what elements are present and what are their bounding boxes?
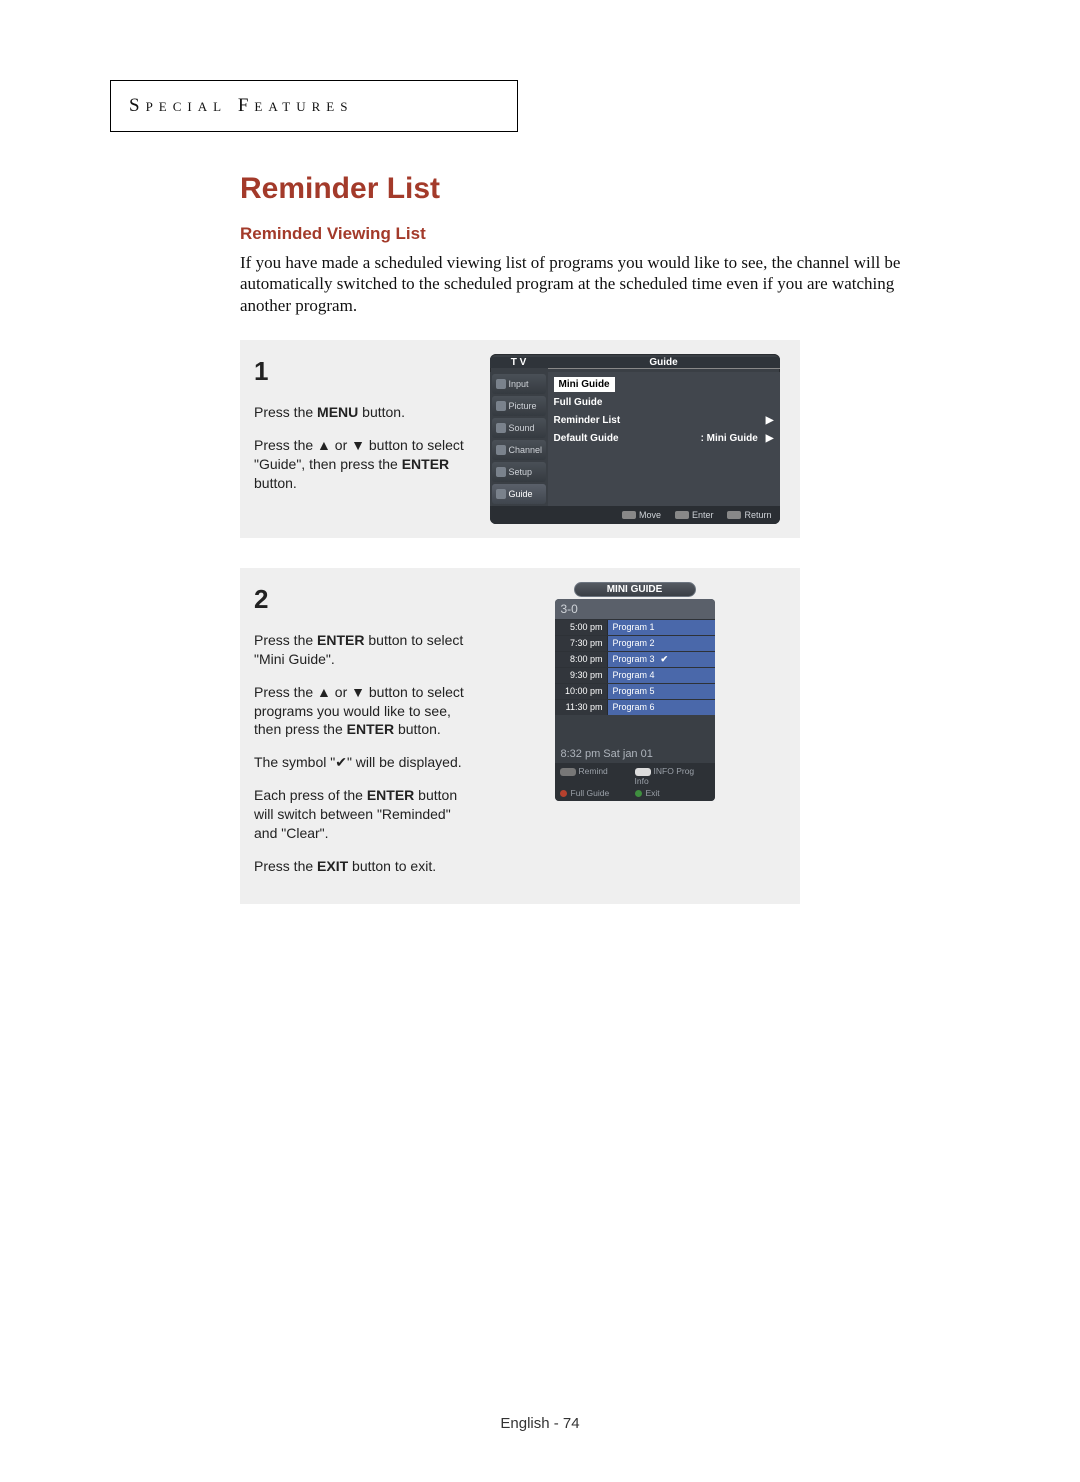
mini-guide-row[interactable]: 5:00 pmProgram 1 bbox=[555, 619, 715, 635]
osd-hint-move: Move bbox=[622, 510, 661, 520]
mini-guide-panel: MINI GUIDE 3-0 5:00 pmProgram 1 7:30 pmP… bbox=[555, 582, 715, 801]
mini-guide-channel: 3-0 bbox=[555, 599, 715, 619]
osd-row-reminder-list[interactable]: Reminder List▶ bbox=[554, 412, 774, 430]
step-2-text: 2 Press the ENTER button to select "Mini… bbox=[254, 582, 469, 890]
step-2-line-5: Press the EXIT button to exit. bbox=[254, 857, 469, 876]
osd-side-setup[interactable]: Setup bbox=[492, 462, 546, 482]
tv-osd-menu: T V Guide Input Picture Sound Channel Se… bbox=[490, 354, 780, 524]
step-1-line-2: Press the or button to select "Guide", t… bbox=[254, 436, 469, 493]
up-arrow-icon bbox=[317, 684, 331, 700]
section-heading: Special Features bbox=[129, 95, 353, 116]
osd-row-mini-guide[interactable]: Mini Guide bbox=[554, 376, 774, 394]
up-arrow-icon bbox=[317, 437, 331, 453]
osd-footer: Move Enter Return bbox=[490, 506, 780, 524]
channel-icon bbox=[496, 445, 506, 455]
mini-guide-title: MINI GUIDE bbox=[574, 582, 696, 597]
osd-row-default-guide[interactable]: Default Guide: Mini Guide▶ bbox=[554, 430, 774, 448]
mini-guide-body: 3-0 5:00 pmProgram 1 7:30 pmProgram 2 8:… bbox=[555, 599, 715, 801]
step-2-line-1: Press the ENTER button to select "Mini G… bbox=[254, 631, 469, 669]
chevron-right-icon: ▶ bbox=[766, 415, 774, 426]
step-1-text: 1 Press the MENU button. Press the or bu… bbox=[254, 354, 469, 524]
setup-icon bbox=[496, 467, 506, 477]
osd-header-right: Guide bbox=[548, 357, 780, 369]
osd-side-guide[interactable]: Guide bbox=[492, 484, 546, 504]
picture-icon bbox=[496, 401, 506, 411]
step-1-line-1: Press the MENU button. bbox=[254, 403, 469, 422]
page-title: Reminder List bbox=[240, 172, 960, 206]
mini-guide-row[interactable]: 10:00 pmProgram 5 bbox=[555, 683, 715, 699]
check-icon: ✔ bbox=[661, 654, 669, 665]
page-number: English - 74 bbox=[0, 1415, 1080, 1432]
down-arrow-icon bbox=[351, 684, 365, 700]
page-subtitle: Reminded Viewing List bbox=[240, 224, 960, 244]
osd-side-picture[interactable]: Picture bbox=[492, 396, 546, 416]
sound-icon bbox=[496, 423, 506, 433]
step-1-number: 1 bbox=[254, 354, 469, 389]
mini-guide-spacer bbox=[555, 715, 715, 745]
mini-guide-clock: 8:32 pm Sat jan 01 bbox=[555, 745, 715, 763]
mini-guide-row[interactable]: 11:30 pmProgram 6 bbox=[555, 699, 715, 715]
osd-main-panel: Mini Guide Full Guide Reminder List▶ Def… bbox=[548, 372, 780, 506]
osd-side-input[interactable]: Input bbox=[492, 374, 546, 394]
manual-page: Special Features Reminder List Reminded … bbox=[0, 0, 1080, 1482]
mini-guide-row[interactable]: 8:00 pmProgram 3✔ bbox=[555, 651, 715, 667]
step-2: 2 Press the ENTER button to select "Mini… bbox=[240, 568, 800, 904]
step-2-line-2: Press the or button to select programs y… bbox=[254, 683, 469, 740]
step-2-line-3: The symbol "✔" will be displayed. bbox=[254, 753, 469, 772]
step-2-screenshot: MINI GUIDE 3-0 5:00 pmProgram 1 7:30 pmP… bbox=[483, 582, 786, 890]
steps-container: 1 Press the MENU button. Press the or bu… bbox=[240, 340, 800, 904]
osd-body: Input Picture Sound Channel Setup Guide … bbox=[490, 372, 780, 506]
osd-sidebar: Input Picture Sound Channel Setup Guide bbox=[490, 372, 548, 506]
guide-icon bbox=[496, 489, 506, 499]
remind-hint: Remind bbox=[560, 766, 635, 786]
chevron-right-icon: ▶ bbox=[766, 433, 774, 444]
exit-hint: Exit bbox=[635, 788, 710, 798]
down-arrow-icon bbox=[351, 437, 365, 453]
osd-side-sound[interactable]: Sound bbox=[492, 418, 546, 438]
osd-row-full-guide[interactable]: Full Guide bbox=[554, 394, 774, 412]
mini-guide-row[interactable]: 7:30 pmProgram 2 bbox=[555, 635, 715, 651]
step-2-line-4: Each press of the ENTER button will swit… bbox=[254, 786, 469, 843]
step-1-screenshot: T V Guide Input Picture Sound Channel Se… bbox=[483, 354, 786, 524]
osd-hint-return: Return bbox=[727, 510, 771, 520]
step-2-number: 2 bbox=[254, 582, 469, 617]
full-guide-hint: Full Guide bbox=[560, 788, 635, 798]
section-heading-box: Special Features bbox=[110, 80, 518, 132]
mini-guide-footer: Remind INFO Prog Info Full Guide Exit bbox=[555, 763, 715, 801]
osd-header: T V Guide bbox=[490, 354, 780, 372]
intro-paragraph: If you have made a scheduled viewing lis… bbox=[240, 252, 930, 316]
osd-header-left: T V bbox=[490, 357, 548, 368]
mini-guide-row[interactable]: 9:30 pmProgram 4 bbox=[555, 667, 715, 683]
osd-side-channel[interactable]: Channel bbox=[492, 440, 546, 460]
mini-guide-list: 5:00 pmProgram 1 7:30 pmProgram 2 8:00 p… bbox=[555, 619, 715, 715]
prog-info-hint: INFO Prog Info bbox=[635, 766, 710, 786]
step-1: 1 Press the MENU button. Press the or bu… bbox=[240, 340, 800, 538]
input-icon bbox=[496, 379, 506, 389]
osd-hint-enter: Enter bbox=[675, 510, 714, 520]
